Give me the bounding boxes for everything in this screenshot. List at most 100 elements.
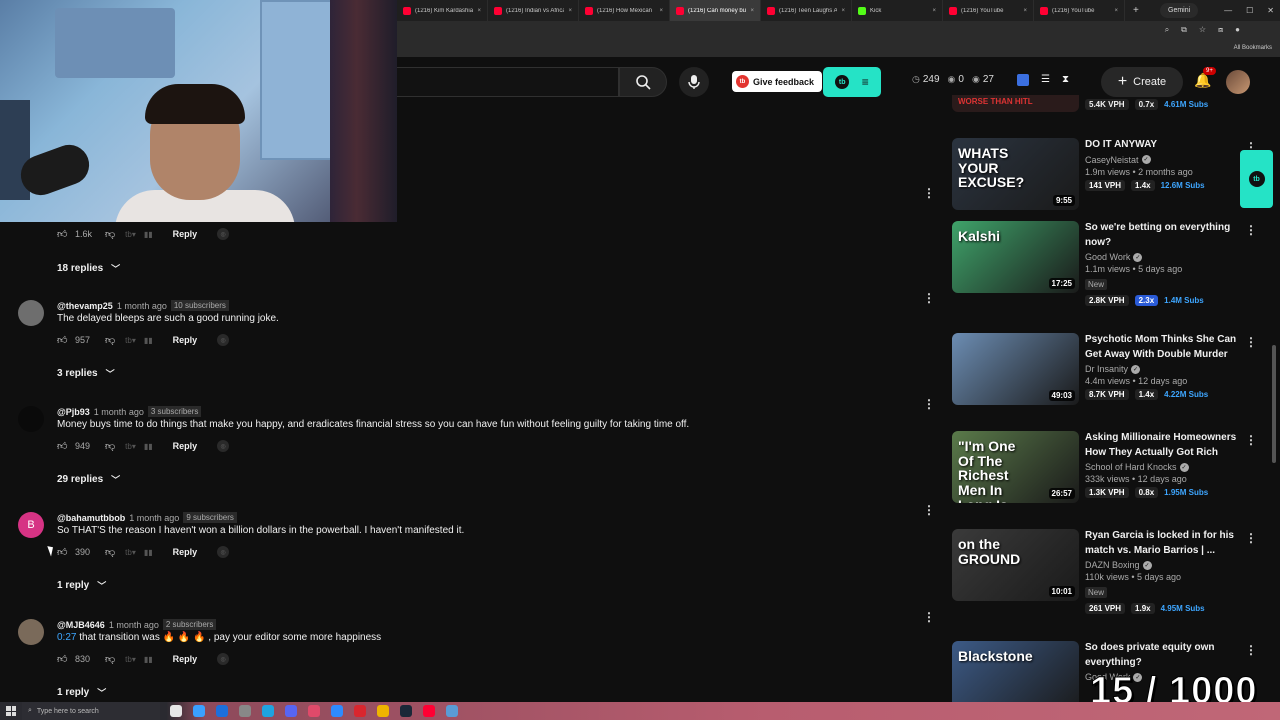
tubebuddy-tag-icon[interactable]: tb▾	[125, 442, 136, 451]
maximize-icon[interactable]: ☐	[1246, 6, 1253, 15]
tubebuddy-tag-icon[interactable]: tb▾	[125, 548, 136, 557]
replies-toggle[interactable]: 3 replies ﹀	[57, 367, 115, 380]
browser-tab[interactable]: (1216) Can money bu ×	[670, 0, 761, 21]
account-avatar[interactable]	[1226, 70, 1250, 94]
comment-author[interactable]: @bahamutbbob	[57, 513, 125, 523]
close-tab-icon[interactable]: ×	[568, 8, 572, 14]
tubebuddy-tag-icon[interactable]: tb▾	[125, 336, 136, 345]
video-thumbnail[interactable]: 49:03	[952, 333, 1079, 405]
comment-time[interactable]: 1 month ago	[117, 301, 167, 311]
taskbar-search[interactable]: ⌕ Type here to search	[22, 702, 160, 720]
app-icon[interactable]	[170, 705, 182, 717]
channel-name[interactable]: DAZN Boxing	[1085, 560, 1140, 570]
gemini-button[interactable]: Gemini	[1160, 3, 1199, 18]
hourglass-icon[interactable]: ⧗	[1062, 74, 1069, 86]
sidebar-scrollbar[interactable]	[1272, 345, 1276, 463]
analytics-icon[interactable]: ▮▮	[144, 548, 153, 557]
replies-toggle[interactable]: 1 reply ﹀	[57, 579, 106, 592]
all-bookmarks[interactable]: All Bookmarks	[1234, 45, 1272, 51]
video-thumbnail[interactable]: WHATS YOUR EXCUSE? 9:55	[952, 138, 1079, 210]
zoom-icon[interactable]: ⌕	[1165, 25, 1169, 35]
chrome-icon[interactable]	[377, 705, 389, 717]
app-icon[interactable]	[216, 705, 228, 717]
ai-reply-icon[interactable]: ◎	[217, 228, 230, 240]
browser-tab[interactable]: (1216) Kim Kardashian ×	[397, 0, 488, 21]
ai-reply-icon[interactable]: ◎	[217, 546, 230, 558]
channel-name[interactable]: CaseyNeistat	[1085, 155, 1139, 165]
analytics-icon[interactable]: ▮▮	[144, 655, 153, 664]
comment-menu-icon[interactable]: ⋮	[923, 292, 935, 304]
reply-button[interactable]: Reply	[173, 335, 198, 345]
comment-time[interactable]: 1 month ago	[129, 513, 179, 523]
avatar[interactable]	[18, 619, 44, 645]
tubebuddy-floating-button[interactable]: tb	[1240, 150, 1273, 208]
comment-menu-icon[interactable]: ⋮	[923, 398, 935, 410]
browser-tab[interactable]: (1216) How Mexican ×	[579, 0, 670, 21]
tubebuddy-tag-icon[interactable]: tb▾	[125, 230, 136, 239]
close-tab-icon[interactable]: ×	[659, 8, 663, 14]
browser-tab[interactable]: (1216) Indian vs Africa ×	[488, 0, 579, 21]
app-icon[interactable]	[331, 705, 343, 717]
comment-author[interactable]: @thevamp25	[57, 301, 113, 311]
analytics-icon[interactable]: ▮▮	[144, 336, 153, 345]
close-icon[interactable]: ✕	[1267, 6, 1274, 15]
video-thumbnail[interactable]: "I'm One Of The Richest Men In Long Is 2…	[952, 431, 1079, 503]
like-icon[interactable]: 👍︎	[57, 546, 69, 558]
browser-tab[interactable]: (1216) Teen Laughs A ×	[761, 0, 852, 21]
search-button[interactable]	[619, 67, 667, 97]
steam-icon[interactable]	[400, 705, 412, 717]
minimize-icon[interactable]: —	[1224, 6, 1232, 15]
replies-toggle[interactable]: 18 replies ﹀	[57, 262, 120, 275]
close-tab-icon[interactable]: ×	[1023, 8, 1027, 14]
app-icon[interactable]	[193, 705, 205, 717]
close-tab-icon[interactable]: ×	[1114, 8, 1118, 14]
comment-time[interactable]: 1 month ago	[94, 407, 144, 417]
tubebuddy-menu-button[interactable]: tb ≡	[823, 67, 881, 97]
comment-time[interactable]: 1 month ago	[109, 620, 159, 630]
dislike-icon[interactable]: 👎︎	[105, 440, 115, 452]
video-title[interactable]: DO IT ANYWAY	[1085, 138, 1245, 153]
like-icon[interactable]: 👍︎	[57, 653, 69, 665]
replies-toggle[interactable]: 29 replies ﹀	[57, 473, 120, 486]
star-icon[interactable]: ☆	[1199, 25, 1206, 35]
app-icon[interactable]	[308, 705, 320, 717]
channel-name[interactable]: School of Hard Knocks	[1085, 462, 1177, 472]
avatar[interactable]: B	[18, 512, 44, 538]
replies-toggle[interactable]: 1 reply ﹀	[57, 686, 106, 699]
close-tab-icon[interactable]: ×	[477, 8, 481, 14]
browser-tab[interactable]: Kick ×	[852, 0, 943, 21]
video-title[interactable]: Asking Millionaire Homeowners How They A…	[1085, 431, 1245, 460]
list-icon[interactable]: ☰	[1041, 74, 1050, 86]
ai-reply-icon[interactable]: ◎	[217, 440, 230, 452]
avatar[interactable]	[18, 406, 44, 432]
analytics-icon[interactable]: ▮▮	[144, 442, 153, 451]
reply-button[interactable]: Reply	[173, 547, 198, 557]
video-title[interactable]: So does private equity own everything?	[1085, 641, 1245, 670]
video-title[interactable]: So we're betting on everything now?	[1085, 221, 1245, 250]
like-icon[interactable]: 👍︎	[57, 440, 69, 452]
app-icon[interactable]	[262, 705, 274, 717]
video-thumbnail[interactable]: Blackstone	[952, 641, 1079, 702]
app-icon[interactable]	[446, 705, 458, 717]
video-menu-icon[interactable]: ⋮	[1245, 335, 1252, 349]
dislike-icon[interactable]: 👎︎	[105, 228, 115, 240]
browser-tab[interactable]: (1216) YouTube ×	[1034, 0, 1125, 21]
reply-button[interactable]: Reply	[173, 229, 198, 239]
like-icon[interactable]: 👍︎	[57, 334, 69, 346]
like-icon[interactable]: 👍︎	[57, 228, 69, 240]
windows-start-icon[interactable]	[6, 706, 16, 716]
reply-button[interactable]: Reply	[173, 654, 198, 664]
video-title[interactable]: Psychotic Mom Thinks She Can Get Away Wi…	[1085, 333, 1245, 362]
new-tab-button[interactable]: +	[1125, 5, 1147, 16]
comment-author[interactable]: @Pjb93	[57, 407, 90, 417]
channel-name[interactable]: Dr Insanity	[1085, 364, 1128, 374]
dislike-icon[interactable]: 👎︎	[105, 546, 115, 558]
give-feedback-button[interactable]: tb Give feedback	[732, 71, 823, 92]
ai-reply-icon[interactable]: ◎	[217, 334, 230, 346]
tubebuddy-tag-icon[interactable]: tb▾	[125, 655, 136, 664]
close-tab-icon[interactable]: ×	[932, 8, 936, 14]
dislike-icon[interactable]: 👎︎	[105, 334, 115, 346]
voice-search-button[interactable]	[679, 67, 709, 97]
notifications-button[interactable]: 🔔 9+	[1194, 67, 1216, 89]
video-menu-icon[interactable]: ⋮	[1245, 223, 1252, 237]
